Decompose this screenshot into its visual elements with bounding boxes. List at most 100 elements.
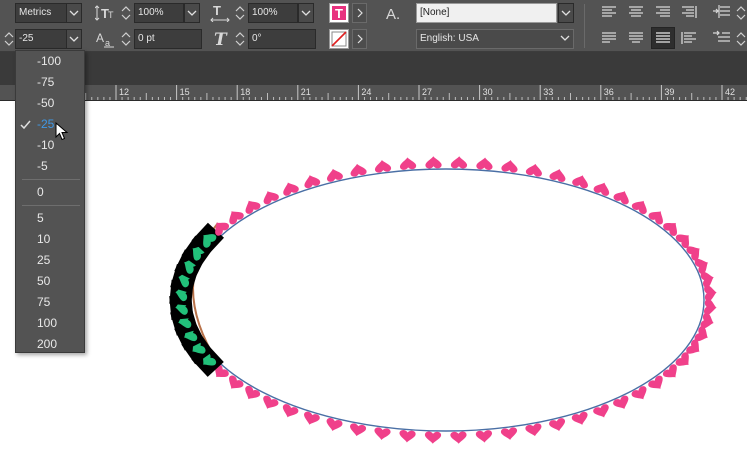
ruler-tick-label: 12	[119, 87, 129, 97]
baseline-shift-icon: Aa	[96, 30, 116, 48]
menu-separator	[22, 205, 80, 206]
document-canvas[interactable]	[0, 101, 747, 450]
chevron-down-icon	[69, 10, 79, 16]
heart-shape	[424, 431, 442, 444]
character-style-dropdown[interactable]	[558, 3, 574, 23]
stroke-swatch-menu-button[interactable]	[352, 29, 367, 49]
first-line-indent-stepper[interactable]	[734, 29, 747, 49]
tracking-dropdown[interactable]	[66, 29, 82, 49]
vertical-scale-input[interactable]: 100%	[134, 3, 184, 23]
first-line-indent-icon[interactable]	[712, 30, 732, 46]
horizontal-ruler[interactable]: 12 15 18 21 24 27 30 33 36 39 42	[0, 85, 747, 101]
kerning-method-field[interactable]: Metrics	[15, 3, 67, 23]
ruler-tick-label: 18	[240, 87, 250, 97]
left-indent-stepper[interactable]	[734, 3, 747, 23]
align-towards-spine-icon[interactable]	[680, 4, 698, 20]
character-control-panel: Metrics -25 TT 100% Aa 0 pt T 100% T 0° …	[0, 0, 747, 52]
fill-swatch-menu-button[interactable]	[352, 3, 367, 23]
horizontal-scale-dropdown[interactable]	[298, 3, 314, 23]
heart-glyph	[662, 364, 677, 378]
align-away-from-spine-icon[interactable]	[680, 30, 698, 46]
heart-glyph	[425, 156, 442, 169]
heart-shape	[374, 427, 391, 440]
heart-shape	[663, 222, 677, 236]
character-style-field[interactable]: [None]	[416, 3, 557, 23]
chevron-right-icon	[357, 34, 363, 44]
heart-shape	[525, 163, 542, 177]
heart-glyph	[283, 182, 299, 196]
heart-shape	[476, 157, 493, 170]
heart-shape	[501, 160, 518, 173]
justify-all-icon[interactable]	[651, 27, 675, 49]
horizontal-scale-stepper[interactable]	[233, 3, 247, 23]
tracking-option[interactable]: 5	[16, 208, 84, 229]
heart-shape	[675, 234, 690, 249]
kerning-method-dropdown[interactable]	[66, 3, 82, 23]
heart-glyph	[399, 430, 416, 443]
tracking-dropdown-menu[interactable]: -100 -75 -50 -25 -10 -5 0 5 10 25 50 75 100 200	[15, 50, 85, 353]
tracking-option[interactable]: 25	[16, 250, 84, 271]
tracking-option[interactable]: 50	[16, 271, 84, 292]
justify-left-icon[interactable]	[600, 30, 618, 46]
vertical-scale-stepper[interactable]	[119, 3, 133, 23]
heart-shape	[425, 156, 442, 169]
tracking-option[interactable]: -75	[16, 72, 84, 93]
tracking-input[interactable]: -25	[15, 29, 67, 49]
horizontal-scale-icon: T	[210, 4, 230, 22]
ruler-tick-label: 33	[543, 87, 553, 97]
chevron-right-icon	[357, 8, 363, 18]
heart-glyph	[476, 157, 493, 170]
heart-glyph	[450, 431, 467, 444]
tracking-option[interactable]: -50	[16, 93, 84, 114]
character-style-icon: A.	[385, 3, 411, 23]
baseline-shift-stepper[interactable]	[119, 29, 133, 49]
heart-shape	[350, 423, 367, 437]
tracking-option[interactable]: -10	[16, 135, 84, 156]
vertical-scale-dropdown[interactable]	[184, 3, 200, 23]
language-field[interactable]: English: USA	[416, 29, 574, 49]
checkmark-icon	[20, 120, 32, 133]
heart-glyph	[263, 395, 279, 409]
heart-glyph	[501, 160, 518, 173]
align-right-icon[interactable]	[654, 4, 672, 20]
tracking-option[interactable]: -5	[16, 156, 84, 177]
tracking-option[interactable]: 100	[16, 313, 84, 334]
heart-shape	[675, 352, 689, 366]
heart-shape	[374, 160, 392, 173]
skew-input[interactable]: 0°	[248, 29, 316, 49]
ruler-scale: 12 15 18 21 24 27 30 33 36 39 42	[60, 85, 747, 100]
heart-shape	[263, 191, 279, 205]
horizontal-scale-input[interactable]: 100%	[248, 3, 298, 23]
heart-glyph	[450, 156, 468, 169]
mouse-pointer-icon	[55, 121, 69, 145]
heart-shape	[283, 182, 299, 196]
stroke-color-swatch[interactable]	[329, 29, 349, 49]
heart-glyph	[229, 211, 244, 225]
ruler-tick-label: 15	[180, 87, 190, 97]
chevron-down-icon	[69, 36, 79, 42]
text-on-path-artwork[interactable]	[0, 101, 747, 450]
heart-shape	[475, 430, 492, 443]
tracking-option[interactable]: -100	[16, 51, 84, 72]
left-indent-icon[interactable]	[712, 4, 732, 20]
chevron-down-icon	[561, 10, 571, 16]
skew-stepper[interactable]	[233, 29, 247, 49]
tracking-option[interactable]: 200	[16, 334, 84, 355]
svg-text:T: T	[335, 6, 343, 21]
fill-color-swatch[interactable]: T	[329, 3, 349, 23]
ellipse-path[interactable]	[187, 168, 705, 432]
heart-glyph	[475, 430, 492, 443]
language-dropdown[interactable]	[558, 29, 574, 49]
heart-glyph	[245, 385, 261, 400]
tracking-stepper[interactable]	[2, 29, 16, 49]
tracking-option[interactable]: 75	[16, 292, 84, 313]
align-left-icon[interactable]	[600, 4, 618, 20]
heart-shape	[631, 386, 647, 400]
tracking-option[interactable]: 0	[16, 182, 84, 203]
tracking-option[interactable]: 10	[16, 229, 84, 250]
align-center-icon[interactable]	[627, 4, 645, 20]
baseline-shift-input[interactable]: 0 pt	[134, 29, 202, 49]
justify-center-icon[interactable]	[627, 30, 645, 46]
skew-icon: T	[211, 29, 231, 49]
heart-shape	[593, 182, 610, 196]
